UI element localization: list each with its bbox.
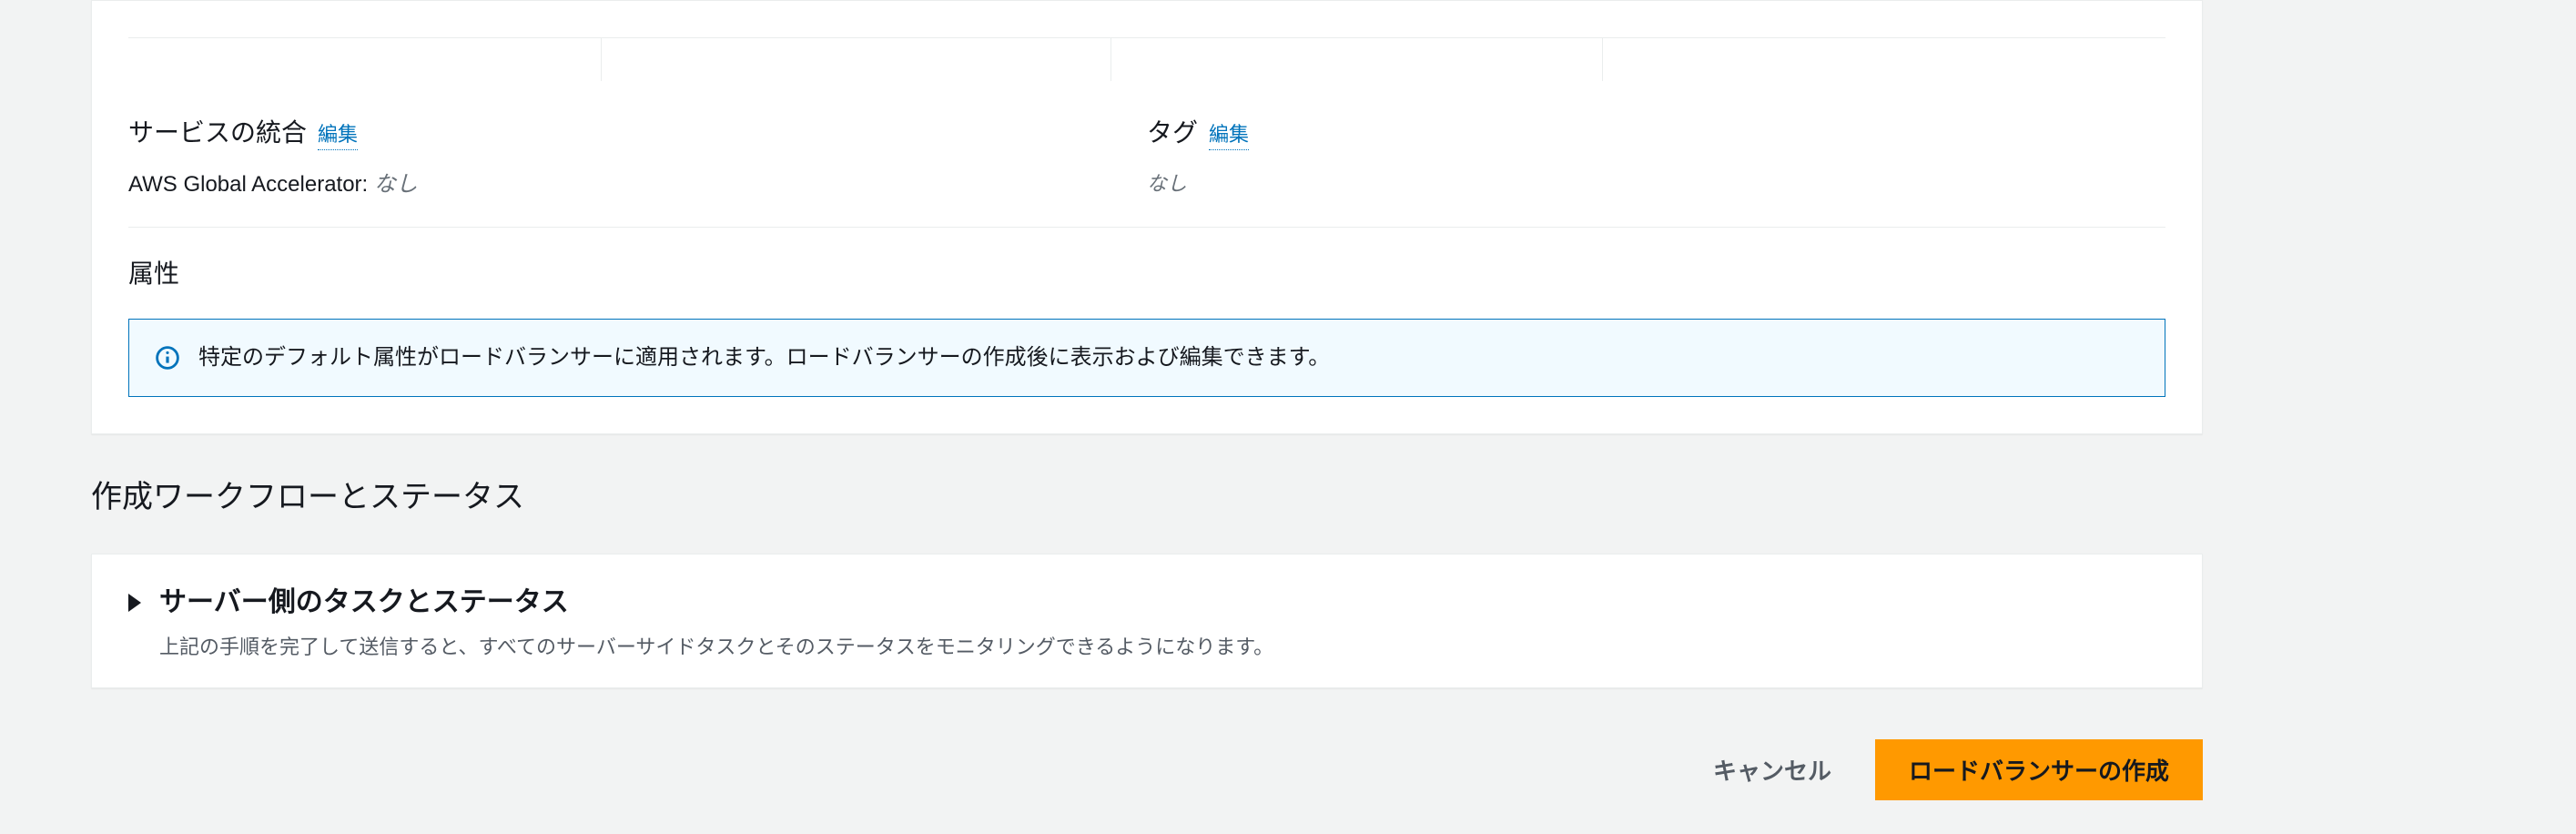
tags-section: タグ 編集 なし bbox=[1147, 114, 2165, 201]
caret-right-icon bbox=[128, 594, 141, 612]
create-load-balancer-button[interactable]: ロードバランサーの作成 bbox=[1875, 739, 2203, 800]
edit-tags-link[interactable]: 編集 bbox=[1209, 119, 1249, 150]
action-bar: キャンセル ロードバランサーの作成 bbox=[91, 739, 2203, 828]
tags-heading: タグ bbox=[1147, 114, 1198, 152]
summary-panel: サービスの統合 編集 AWS Global Accelerator: なし タグ… bbox=[91, 0, 2203, 434]
workflow-heading: 作成ワークフローとステータス bbox=[91, 474, 2203, 521]
cancel-button[interactable]: キャンセル bbox=[1695, 740, 1850, 799]
service-integration-section: サービスの統合 編集 AWS Global Accelerator: なし bbox=[128, 114, 1147, 201]
aws-global-accelerator-row: AWS Global Accelerator: なし bbox=[128, 168, 1111, 201]
attributes-section: 属性 特定のデフォルト属性がロードバランサーに適用されます。ロードバランサーの作… bbox=[128, 228, 2165, 397]
integration-tags-row: サービスの統合 編集 AWS Global Accelerator: なし タグ… bbox=[128, 81, 2165, 228]
aws-global-accelerator-value: なし bbox=[374, 172, 418, 197]
attributes-info-text: 特定のデフォルト属性がロードバランサーに適用されます。ロードバランサーの作成後に… bbox=[198, 341, 1330, 374]
summary-top-row bbox=[128, 37, 2165, 81]
server-tasks-title: サーバー側のタスクとステータス bbox=[159, 582, 569, 623]
attributes-info-box: 特定のデフォルト属性がロードバランサーに適用されます。ロードバランサーの作成後に… bbox=[128, 319, 2165, 397]
server-tasks-panel: サーバー側のタスクとステータス 上記の手順を完了して送信すると、すべてのサーバー… bbox=[91, 554, 2203, 688]
server-tasks-description: 上記の手順を完了して送信すると、すべてのサーバーサイドタスクとそのステータスをモ… bbox=[159, 632, 2165, 662]
attributes-heading: 属性 bbox=[128, 255, 2165, 293]
info-icon bbox=[155, 345, 180, 371]
tags-value: なし bbox=[1147, 168, 2129, 198]
server-tasks-toggle[interactable]: サーバー側のタスクとステータス bbox=[128, 582, 2165, 623]
service-integration-heading: サービスの統合 bbox=[128, 114, 307, 152]
edit-service-integration-link[interactable]: 編集 bbox=[318, 119, 358, 150]
aws-global-accelerator-key: AWS Global Accelerator: bbox=[128, 172, 368, 197]
